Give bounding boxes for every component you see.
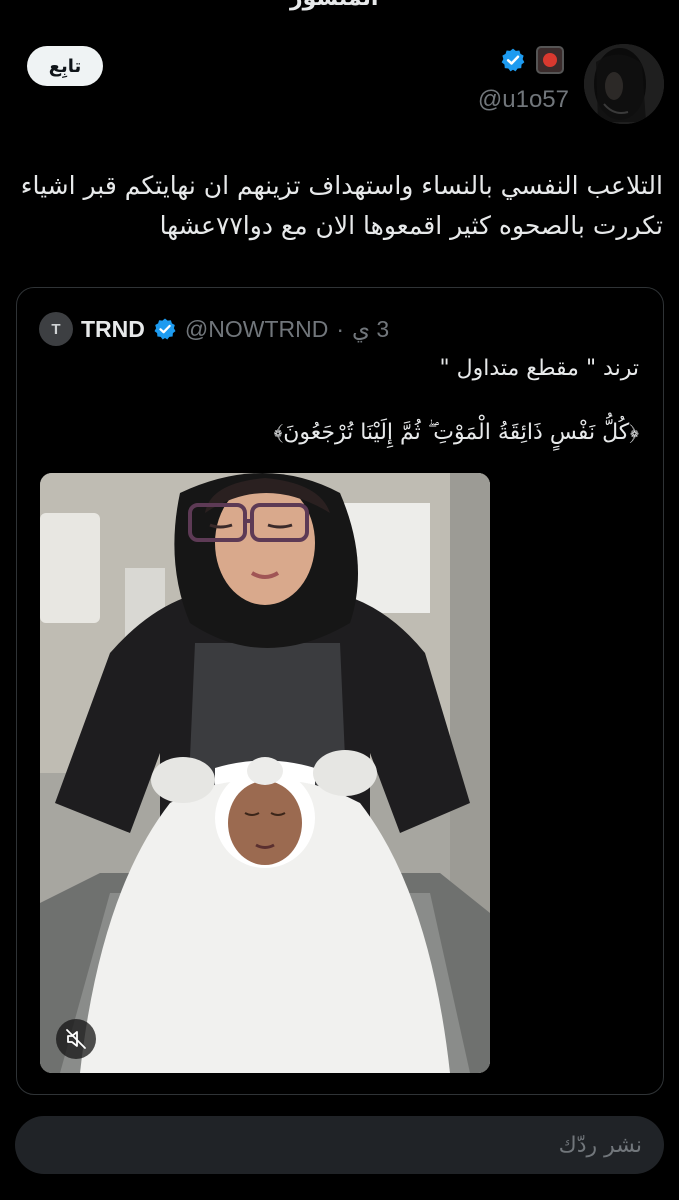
author-name-row[interactable]: [500, 46, 564, 74]
forward-arrow-icon[interactable]: [651, 0, 665, 4]
verified-badge-icon: [501, 48, 525, 72]
avatar[interactable]: [584, 44, 664, 124]
dot-separator: ·: [336, 315, 344, 342]
reply-composer[interactable]: [15, 1116, 664, 1174]
page-title: المنشور: [290, 0, 378, 11]
top-bar: المنشور: [0, 0, 679, 16]
follow-button[interactable]: تابِع: [27, 46, 103, 86]
quoted-text-line: ترند " مقطع متداول ": [439, 356, 639, 381]
quoted-quran-verse: ﴿كُلُّ نَفْسٍ ذَائِقَةُ الْمَوْتِ ۖ ثُمَ…: [273, 420, 639, 445]
verified-badge-icon: [154, 318, 176, 340]
quoted-tweet-card[interactable]: T TRND @NOWTRND · 3 ي ترند " مقطع متداول…: [16, 287, 664, 1095]
quoted-author-name[interactable]: TRND: [81, 316, 145, 343]
quoted-timestamp[interactable]: 3 ي: [352, 316, 389, 343]
mute-toggle-button[interactable]: [56, 1019, 96, 1059]
video-thumbnail[interactable]: [40, 473, 490, 1073]
mahjong-emoji-icon: [536, 46, 564, 74]
reply-input[interactable]: [42, 1116, 642, 1174]
muted-speaker-icon: [66, 1029, 86, 1049]
quoted-tweet-header: T TRND @NOWTRND · 3 ي: [39, 312, 389, 346]
video-illustration: [40, 473, 490, 1073]
tweet-text: التلاعب النفسي بالنساء واستهداف تزينهم ا…: [20, 171, 663, 240]
author-handle[interactable]: @u1o57: [478, 86, 569, 114]
trnd-logo-icon: T: [39, 312, 73, 346]
quoted-author-handle[interactable]: @NOWTRND: [185, 316, 328, 343]
